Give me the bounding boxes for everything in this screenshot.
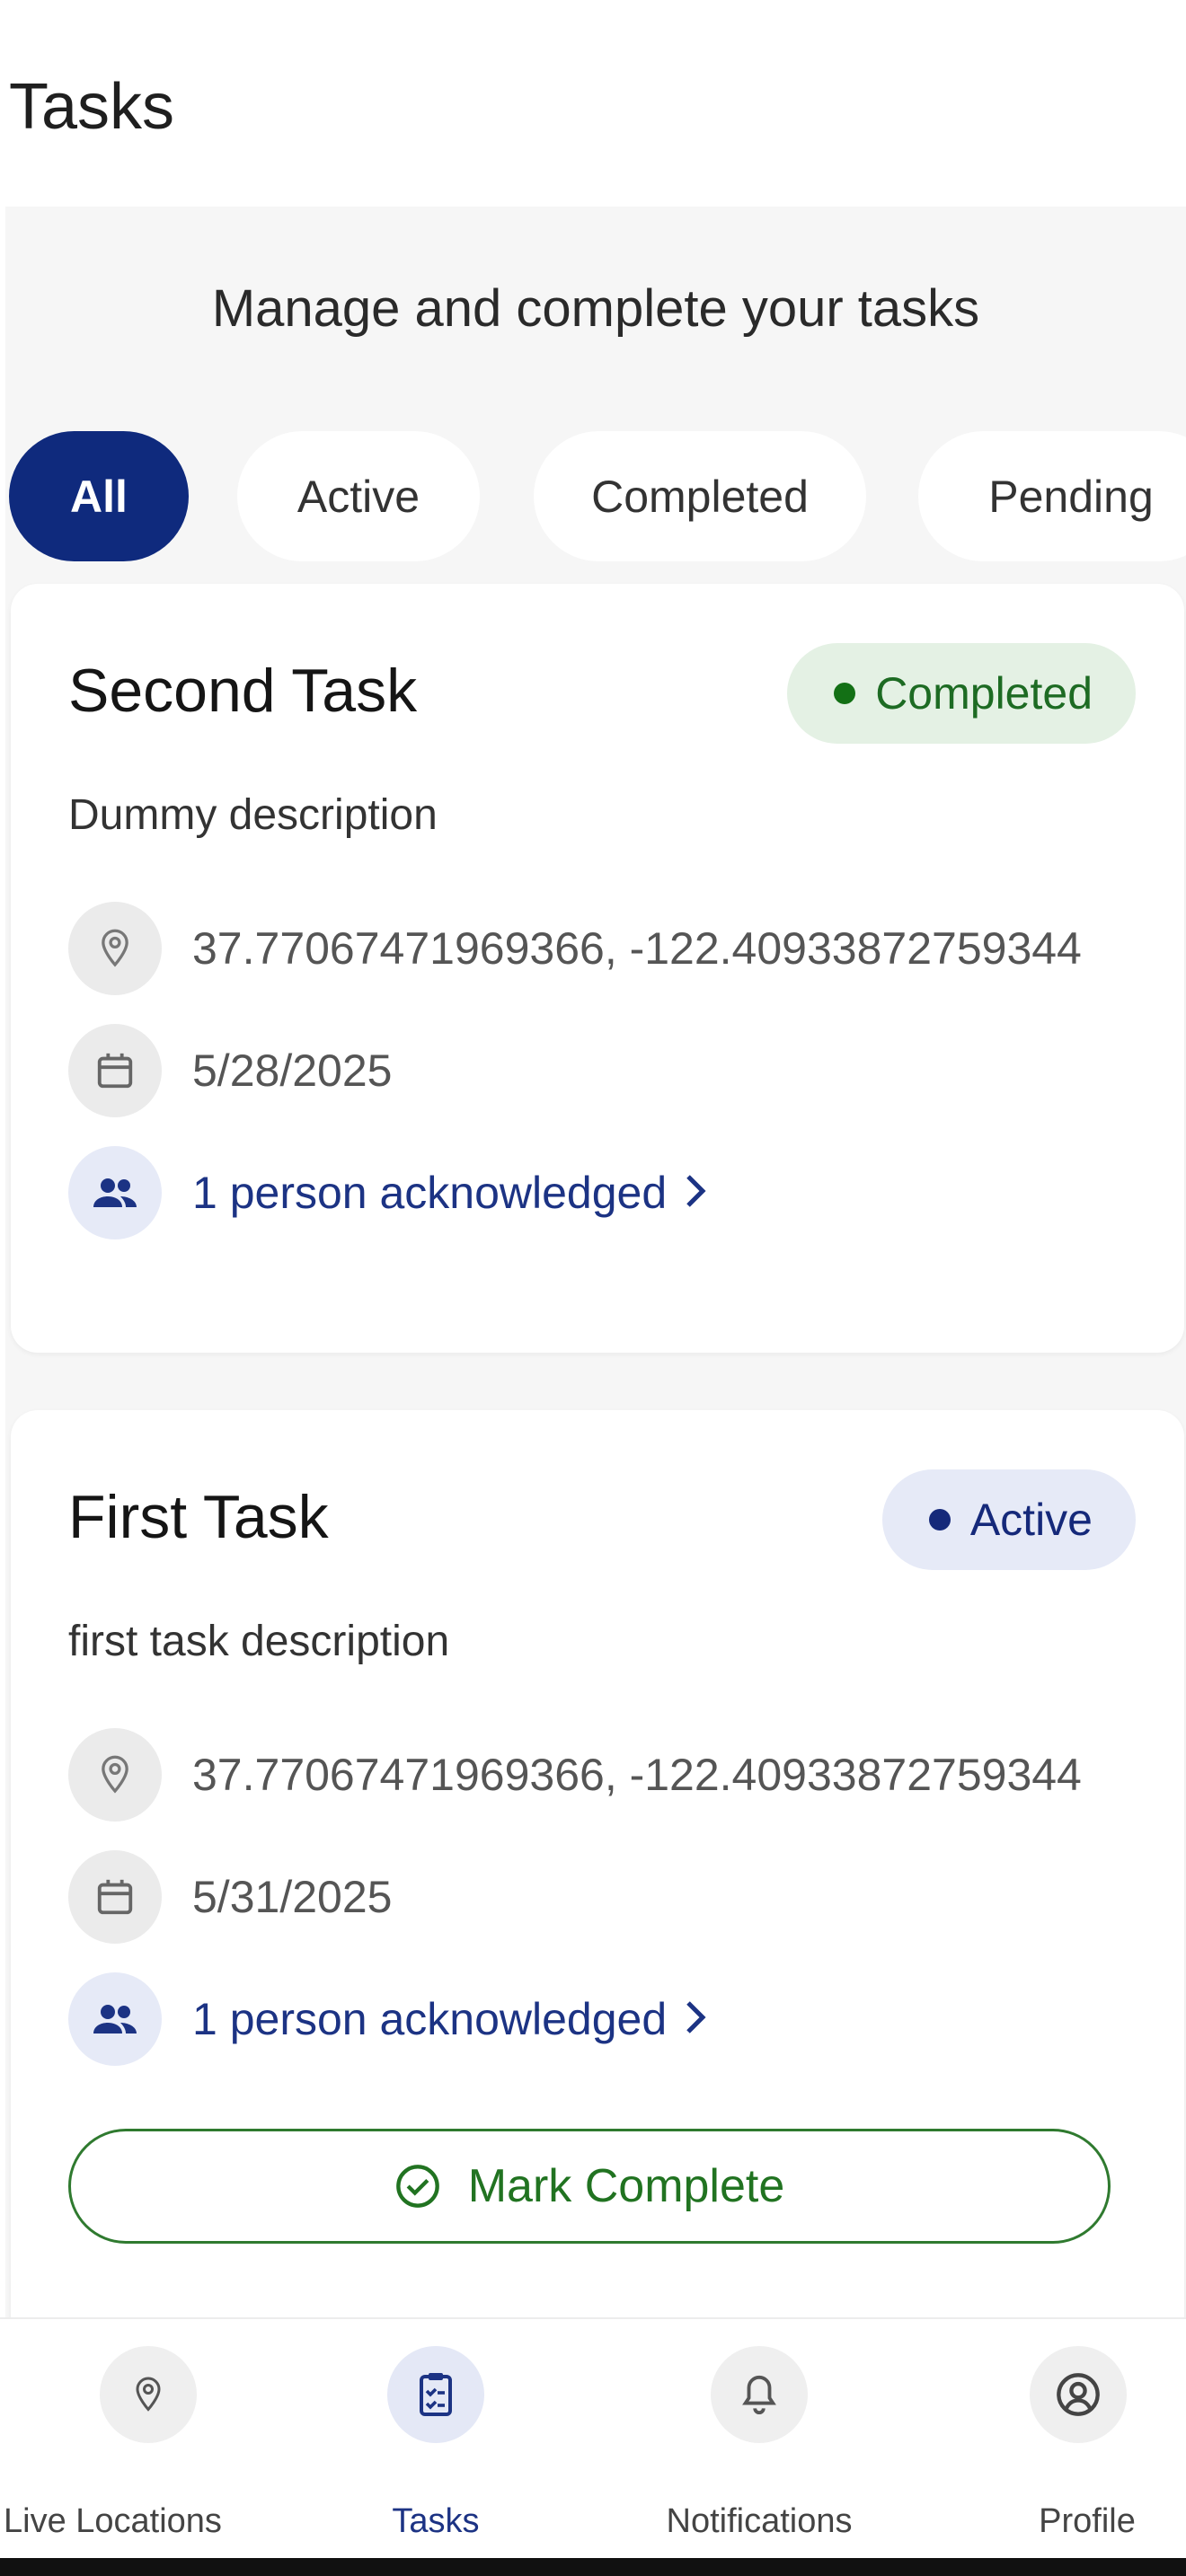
filter-completed[interactable]: Completed <box>534 431 866 561</box>
task-card[interactable]: Second Task Completed Dummy description … <box>11 584 1184 1353</box>
nav-label: Notifications <box>666 2502 853 2540</box>
acknowledged-link[interactable]: 1 person acknowledged <box>68 1146 708 1239</box>
acknowledged-text: 1 person acknowledged <box>192 1994 668 2044</box>
status-label: Completed <box>875 668 1093 719</box>
people-icon <box>68 1146 162 1239</box>
chevron-right-icon <box>685 1173 708 1213</box>
filter-pending[interactable]: Pending <box>918 431 1186 561</box>
nav-tasks[interactable]: Tasks <box>288 2319 584 2560</box>
status-badge: Completed <box>787 643 1136 744</box>
system-home-bar <box>0 2558 1186 2576</box>
filter-all[interactable]: All <box>9 431 189 561</box>
status-dot <box>928 1509 951 1531</box>
location-row: 37.77067471969366, -122.40933872759344 <box>68 1728 1082 1822</box>
tasks-content[interactable]: Manage and complete your tasks All Activ… <box>5 207 1186 2317</box>
clipboard-icon <box>387 2346 484 2443</box>
task-location: 37.77067471969366, -122.40933872759344 <box>192 1750 1082 1800</box>
task-card[interactable]: First Task Active first task description… <box>11 1410 1184 2317</box>
app-header: Tasks <box>0 0 1186 207</box>
nav-notifications[interactable]: Notifications <box>611 2319 907 2560</box>
task-location: 37.77067471969366, -122.40933872759344 <box>192 923 1082 974</box>
task-description: first task description <box>68 1618 450 1665</box>
task-date: 5/31/2025 <box>192 1872 393 1922</box>
status-dot <box>834 683 856 704</box>
calendar-icon <box>68 1024 162 1117</box>
task-date: 5/28/2025 <box>192 1045 393 1096</box>
task-title: First Task <box>68 1483 329 1551</box>
nav-profile[interactable]: Profile <box>890 2319 1186 2560</box>
task-description: Dummy description <box>68 791 438 839</box>
status-label: Active <box>969 1495 1093 1545</box>
calendar-icon <box>68 1850 162 1944</box>
date-row: 5/31/2025 <box>68 1850 392 1944</box>
location-pin-icon <box>100 2346 197 2443</box>
filter-chips: All Active Completed Pending <box>9 431 1186 561</box>
acknowledged-link[interactable]: 1 person acknowledged <box>68 1972 708 2066</box>
page-title: Tasks <box>9 71 175 143</box>
bottom-navigation: Live Locations Tasks Notifications Profi… <box>0 2317 1186 2558</box>
nav-live-locations[interactable]: Live Locations <box>0 2319 296 2560</box>
page-subtitle: Manage and complete your tasks <box>211 279 980 338</box>
account-circle-icon <box>1030 2346 1127 2443</box>
people-icon <box>68 1972 162 2066</box>
nav-label: Live Locations <box>4 2502 222 2540</box>
mark-complete-button[interactable]: Mark Complete <box>68 2129 1111 2244</box>
check-circle-icon <box>395 2165 439 2208</box>
filter-active[interactable]: Active <box>237 431 480 561</box>
location-pin-icon <box>68 902 162 995</box>
location-row: 37.77067471969366, -122.40933872759344 <box>68 902 1082 995</box>
nav-label: Profile <box>1039 2502 1136 2540</box>
bell-icon <box>711 2346 808 2443</box>
location-pin-icon <box>68 1728 162 1822</box>
date-row: 5/28/2025 <box>68 1024 392 1117</box>
status-badge: Active <box>881 1469 1136 1570</box>
task-title: Second Task <box>68 657 418 725</box>
mark-complete-label: Mark Complete <box>467 2160 785 2212</box>
nav-label: Tasks <box>392 2502 480 2540</box>
chevron-right-icon <box>685 1999 708 2040</box>
acknowledged-text: 1 person acknowledged <box>192 1168 668 1218</box>
